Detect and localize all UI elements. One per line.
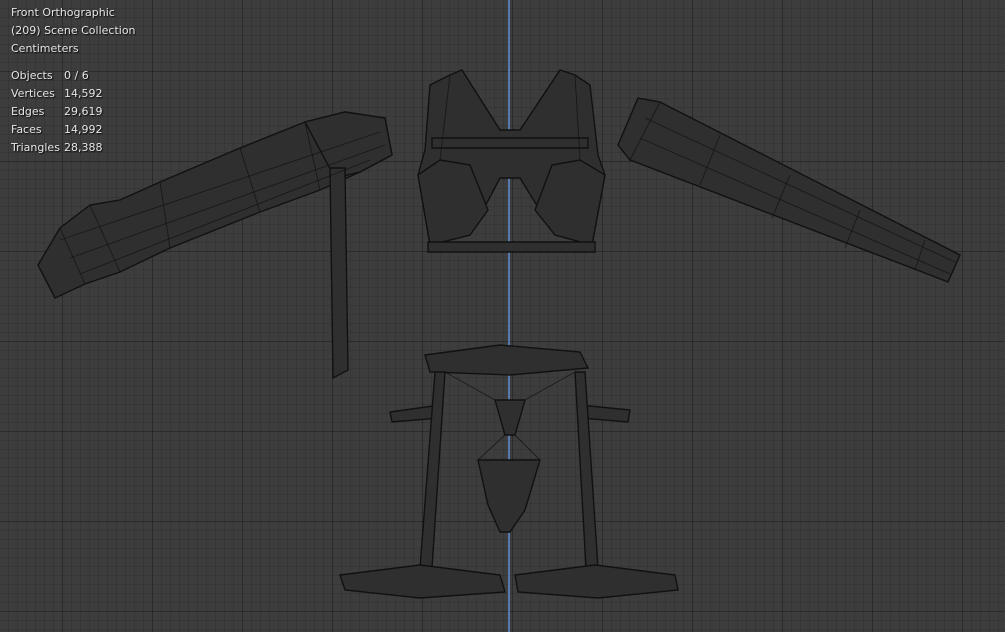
stat-value-triangles: 28,388 [64,140,103,154]
bra-mesh[interactable] [417,69,606,253]
stat-label-faces: Faces [11,122,42,136]
stat-value-edges: 29,619 [64,104,103,118]
collection-name: (209) Scene Collection [11,23,136,37]
viewport-info-overlay: Front Orthographic (209) Scene Collectio… [11,4,136,156]
stat-label-objects: Objects [11,69,53,83]
wireframe-scene[interactable] [0,0,1005,632]
overlay-gap [11,57,136,67]
stat-value-objects: 0 / 6 [64,69,89,83]
thigh-band-right-mesh[interactable] [514,564,679,599]
scene-statistics: Objects 0 / 6 Vertices 14,592 Edges 29,6… [11,67,136,156]
garter-belt-mesh[interactable] [389,344,631,569]
unit-system: Centimeters [11,41,79,55]
stat-value-vertices: 14,592 [64,87,103,101]
stat-label-edges: Edges [11,104,45,118]
sleeve-right-mesh[interactable] [617,97,961,283]
stat-label-triangles: Triangles [11,140,60,154]
thigh-band-left-mesh[interactable] [339,564,506,599]
3d-viewport[interactable]: Front Orthographic (209) Scene Collectio… [0,0,1005,632]
stat-label-vertices: Vertices [11,87,55,101]
stat-value-faces: 14,992 [64,122,103,136]
view-name: Front Orthographic [11,6,115,19]
